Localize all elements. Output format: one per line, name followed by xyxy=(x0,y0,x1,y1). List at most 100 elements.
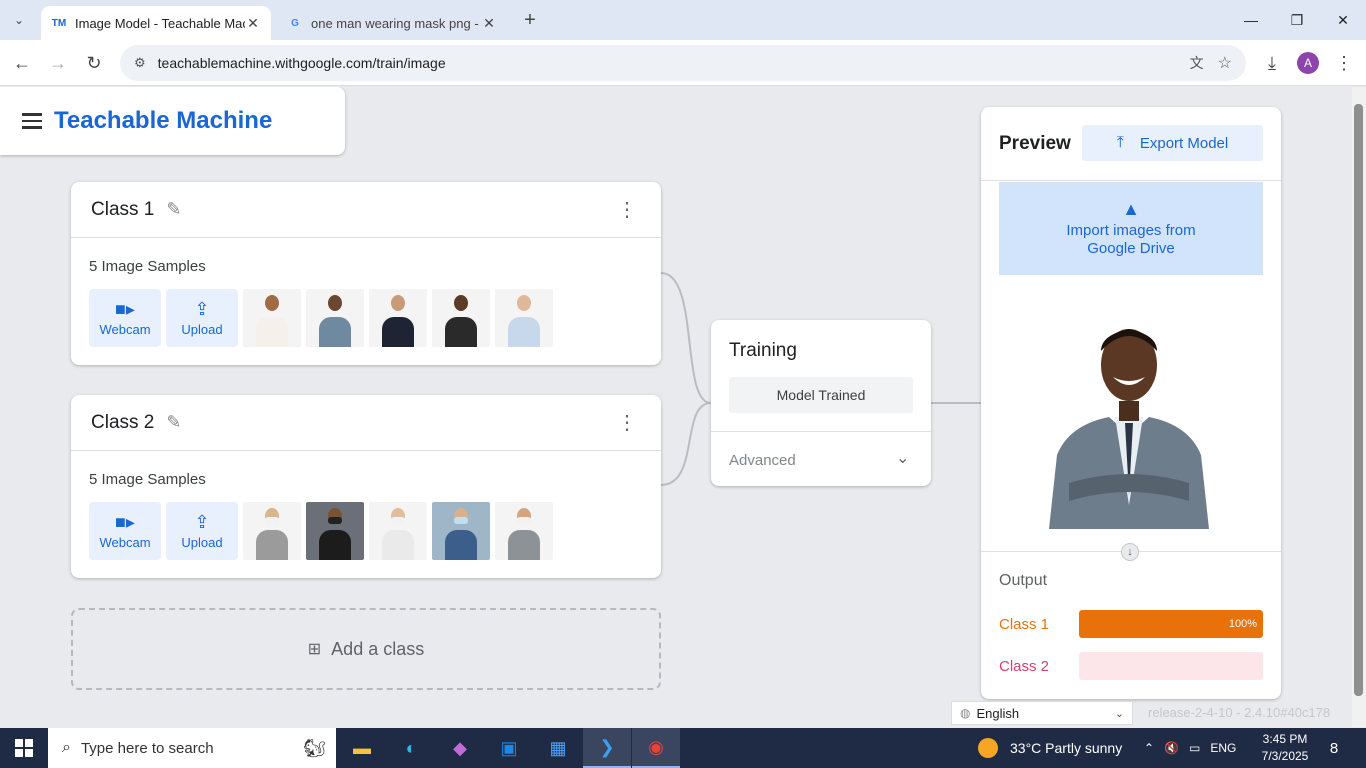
close-tab-icon[interactable]: ✕ xyxy=(245,15,261,32)
output-row-class-2: Class 2 xyxy=(999,652,1263,680)
preview-image xyxy=(1049,329,1209,529)
sample-thumbnail[interactable] xyxy=(306,289,364,347)
sample-thumbnail[interactable] xyxy=(432,289,490,347)
url-text: teachablemachine.withgoogle.com/train/im… xyxy=(157,55,446,71)
confidence-percent: 100% xyxy=(1228,618,1257,630)
samples-count: 5 Image Samples xyxy=(89,471,206,488)
divider xyxy=(981,180,1281,181)
network-icon[interactable]: ▭ xyxy=(1189,741,1200,755)
copilot-icon[interactable]: ◆ xyxy=(436,728,484,768)
sample-thumbnail[interactable] xyxy=(369,502,427,560)
notification-icon[interactable]: 8 xyxy=(1322,736,1346,760)
page-content: Teachable Machine Class 1 ✎ ⋮ 5 Image Sa… xyxy=(0,87,1352,727)
reload-icon[interactable]: ↻ xyxy=(79,48,109,78)
sample-thumbnail[interactable] xyxy=(306,502,364,560)
sample-thumbnail[interactable] xyxy=(495,289,553,347)
sample-thumbnail[interactable] xyxy=(243,289,301,347)
weather-widget[interactable]: 33°C Partly sunny xyxy=(978,728,1122,768)
close-window-icon[interactable]: ✕ xyxy=(1320,8,1366,32)
browser-toolbar: ← → ↻ ⚙ teachablemachine.withgoogle.com/… xyxy=(0,40,1366,86)
training-title: Training xyxy=(729,340,797,361)
minimize-icon[interactable]: — xyxy=(1228,8,1274,32)
profile-avatar[interactable]: A xyxy=(1297,52,1319,74)
divider xyxy=(711,431,931,432)
more-menu-icon[interactable]: ⋮ xyxy=(1329,48,1359,78)
forward-icon[interactable]: → xyxy=(43,48,73,78)
tab-title: one man wearing mask png - G xyxy=(311,15,481,31)
notification-count: 8 xyxy=(1329,739,1339,757)
output-row-class-1: Class 1 100% xyxy=(999,610,1263,638)
windows-start-icon[interactable] xyxy=(0,728,48,768)
download-icon[interactable]: ⤓ xyxy=(1257,48,1287,78)
upload-label: Upload xyxy=(181,534,223,550)
tab-title: Image Model - Teachable Mach xyxy=(75,15,245,31)
translate-icon[interactable]: 文 xyxy=(1190,53,1204,73)
add-box-icon: ⊞ xyxy=(307,641,322,658)
sample-thumbnail[interactable] xyxy=(369,289,427,347)
language-indicator[interactable]: ENG xyxy=(1210,741,1236,755)
chevron-up-icon[interactable]: ⌃ xyxy=(1144,741,1154,755)
webcam-label: Webcam xyxy=(99,321,151,337)
more-options-icon[interactable]: ⋮ xyxy=(617,413,637,433)
site-info-icon[interactable]: ⚙ xyxy=(134,55,146,71)
sample-thumbnail[interactable] xyxy=(243,502,301,560)
search-icon: ⌕ xyxy=(62,739,71,756)
output-class-label: Class 1 xyxy=(999,615,1050,633)
webcam-button[interactable]: ■▸ Webcam xyxy=(89,289,161,347)
export-model-label: Export Model xyxy=(1139,134,1229,152)
volume-muted-icon[interactable]: 🔇 xyxy=(1164,741,1179,755)
video-camera-icon: ■▸ xyxy=(115,298,135,319)
tab-image-model[interactable]: TM Image Model - Teachable Mach ✕ xyxy=(41,6,271,40)
partly-sunny-icon xyxy=(978,738,998,758)
app-logo: Teachable Machine xyxy=(54,107,273,134)
export-model-button[interactable]: ⤒ Export Model xyxy=(1082,125,1263,161)
language-select[interactable]: ◍ English ⌄ xyxy=(951,701,1133,725)
chrome-icon[interactable]: ◉ xyxy=(632,728,680,768)
vscode-icon[interactable]: ❯ xyxy=(583,728,631,768)
new-tab-button[interactable]: + xyxy=(515,5,545,35)
taskbar-search[interactable]: ⌕ Type here to search 🐿 xyxy=(48,728,336,768)
edge-icon[interactable]: ◐ xyxy=(387,728,435,768)
store-icon[interactable]: ▦ xyxy=(534,728,582,768)
hamburger-menu-icon[interactable] xyxy=(22,113,42,129)
preview-title: Preview xyxy=(999,133,1071,154)
sample-thumbnail[interactable] xyxy=(495,502,553,560)
browser-tab-bar: ⌄ TM Image Model - Teachable Mach ✕ G on… xyxy=(0,0,1366,40)
release-version: release-2-4-10 - 2.4.10#40c178 xyxy=(1148,705,1331,720)
address-bar[interactable]: ⚙ teachablemachine.withgoogle.com/train/… xyxy=(120,45,1246,81)
class-name[interactable]: Class 1 xyxy=(91,199,154,221)
clock-time: 3:45 PM xyxy=(1262,732,1308,746)
chevron-down-icon[interactable]: ⌄ xyxy=(896,448,909,468)
tab-google-search[interactable]: G one man wearing mask png - G ✕ xyxy=(277,6,507,40)
video-camera-icon: ■▸ xyxy=(115,511,135,532)
close-tab-icon[interactable]: ✕ xyxy=(481,15,497,32)
edit-pencil-icon[interactable]: ✎ xyxy=(166,412,181,433)
scrollbar-thumb[interactable] xyxy=(1354,104,1363,696)
confidence-bar xyxy=(1078,652,1263,680)
webcam-button[interactable]: ■▸ Webcam xyxy=(89,502,161,560)
upload-button[interactable]: ⇪ Upload xyxy=(166,289,238,347)
clock[interactable]: 3:45 PM 7/3/2025 xyxy=(1256,731,1314,765)
file-explorer-icon[interactable]: ▬ xyxy=(338,728,386,768)
restore-icon[interactable]: ❐ xyxy=(1274,8,1320,32)
train-model-button[interactable]: Model Trained xyxy=(729,377,913,413)
more-options-icon[interactable]: ⋮ xyxy=(617,200,637,220)
teachable-machine-favicon-icon: TM xyxy=(51,17,67,29)
search-highlight-icon: 🐿 xyxy=(303,737,326,758)
import-google-drive-button[interactable]: ▲ Import images from Google Drive xyxy=(999,182,1263,275)
advanced-toggle[interactable]: Advanced xyxy=(729,452,796,469)
add-class-button[interactable]: ⊞ Add a class xyxy=(71,608,661,690)
back-icon[interactable]: ← xyxy=(7,48,37,78)
output-class-label: Class 2 xyxy=(999,657,1050,675)
webcam-label: Webcam xyxy=(99,534,151,550)
bookmark-star-icon[interactable]: ☆ xyxy=(1218,53,1232,73)
class-name[interactable]: Class 2 xyxy=(91,412,154,434)
google-drive-icon: ▲ xyxy=(1122,198,1140,219)
tab-search-icon[interactable]: ⌄ xyxy=(5,6,33,34)
gdrive-line1: Import images from xyxy=(1066,221,1196,239)
upload-button[interactable]: ⇪ Upload xyxy=(166,502,238,560)
outlook-icon[interactable]: ▣ xyxy=(485,728,533,768)
edit-pencil-icon[interactable]: ✎ xyxy=(166,199,181,220)
system-tray: ⌃ 🔇 ▭ ENG xyxy=(1144,728,1236,768)
sample-thumbnail[interactable] xyxy=(432,502,490,560)
